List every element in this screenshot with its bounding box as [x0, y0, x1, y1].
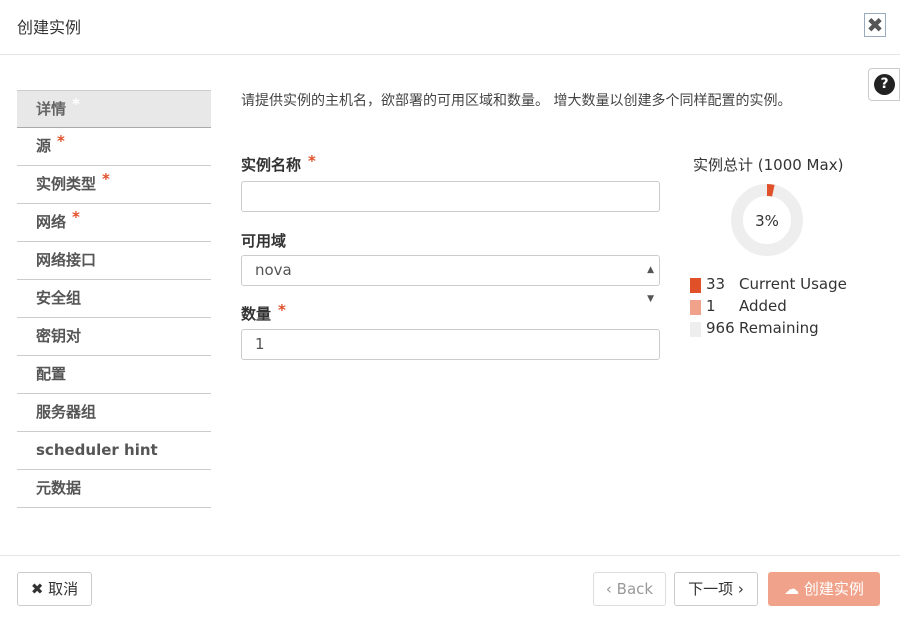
question-icon: ?: [874, 74, 895, 95]
help-button[interactable]: ?: [868, 68, 900, 101]
nav-item-metadata[interactable]: 元数据: [17, 470, 211, 508]
cancel-button[interactable]: ✖ 取消: [17, 572, 92, 606]
nav-item-label: 网络: [36, 213, 67, 231]
next-label: 下一项: [688, 580, 734, 598]
nav-item-configuration[interactable]: 配置: [17, 356, 211, 394]
legend-text: Added: [739, 297, 787, 315]
instance-name-label-text: 实例名称: [241, 156, 302, 174]
availability-zone-value: nova: [255, 261, 292, 279]
nav-item-label: 密钥对: [36, 327, 82, 345]
next-button[interactable]: 下一项 ›: [674, 572, 758, 606]
chevron-down-icon: ▲ ▼: [647, 265, 654, 304]
nav-item-flavor[interactable]: 实例类型 *: [17, 166, 211, 204]
required-star: *: [102, 170, 110, 188]
dialog-header: 创建实例 ✖: [0, 0, 900, 55]
legend-swatch: [690, 322, 701, 337]
nav-item-details[interactable]: 详情 *: [17, 90, 211, 128]
nav-item-label: 详情: [36, 100, 67, 118]
nav-item-label: 网络接口: [36, 251, 97, 269]
required-star: *: [278, 301, 286, 319]
nav-item-key-pair[interactable]: 密钥对: [17, 318, 211, 356]
legend-swatch: [690, 278, 701, 293]
legend-swatch: [690, 300, 701, 315]
dialog-footer: ✖ 取消 ‹ Back 下一项 › ☁ 创建实例: [0, 555, 900, 624]
nav-item-label: 元数据: [36, 479, 82, 497]
nav-item-label: 源: [36, 137, 52, 155]
back-label: Back: [616, 580, 654, 598]
nav-item-label: 配置: [36, 365, 67, 383]
cancel-label: 取消: [48, 580, 79, 598]
nav-item-server-groups[interactable]: 服务器组: [17, 394, 211, 432]
availability-zone-label: 可用域: [241, 232, 287, 250]
nav-item-network-ports[interactable]: 网络接口: [17, 242, 211, 280]
legend-text: Remaining: [739, 319, 819, 337]
instance-name-label: 实例名称 *: [241, 152, 316, 175]
required-star: *: [72, 208, 80, 226]
step-description: 请提供实例的主机名，欲部署的可用区域和数量。 增大数量以创建多个同样配置的实例。: [241, 93, 792, 109]
nav-item-networks[interactable]: 网络 *: [17, 204, 211, 242]
chevron-left-icon: ‹: [605, 580, 612, 598]
nav-item-label: 安全组: [36, 289, 82, 307]
nav-item-source[interactable]: 源 *: [17, 128, 211, 166]
required-star: *: [308, 152, 316, 170]
legend-num: 33: [706, 275, 726, 293]
required-star: *: [72, 95, 80, 113]
cloud-upload-icon: ☁: [784, 580, 800, 598]
dialog-title: 创建实例: [17, 18, 82, 37]
nav-item-label: 实例类型: [36, 175, 97, 193]
instance-name-input[interactable]: [241, 181, 660, 212]
back-button[interactable]: ‹ Back: [593, 572, 666, 606]
count-label: 数量 *: [241, 301, 286, 324]
quota-percent: 3%: [755, 212, 779, 230]
nav-item-label: scheduler hint: [36, 441, 158, 459]
quota-title: 实例总计 (1000 Max): [693, 156, 844, 174]
chevron-right-icon: ›: [737, 580, 744, 598]
legend-num: 1: [706, 297, 716, 315]
availability-zone-select[interactable]: nova ▲ ▼: [241, 255, 660, 304]
create-instance-button[interactable]: ☁ 创建实例: [768, 572, 880, 606]
required-star: *: [57, 132, 65, 150]
count-label-text: 数量: [241, 305, 272, 323]
create-label: 创建实例: [803, 580, 864, 598]
wizard-nav: 详情 * 源 * 实例类型 * 网络 * 网络接口 安全组 密钥对 配置 服务器组 sc…: [17, 90, 211, 508]
nav-item-scheduler-hint[interactable]: scheduler hint: [17, 432, 211, 470]
nav-item-label: 服务器组: [36, 403, 97, 421]
nav-item-security-groups[interactable]: 安全组: [17, 280, 211, 318]
close-icon[interactable]: ✖: [864, 13, 886, 37]
close-icon: ✖: [30, 580, 44, 598]
count-input[interactable]: 1: [241, 329, 660, 360]
legend-text: Current Usage: [739, 275, 847, 293]
legend-num: 966: [706, 319, 735, 337]
